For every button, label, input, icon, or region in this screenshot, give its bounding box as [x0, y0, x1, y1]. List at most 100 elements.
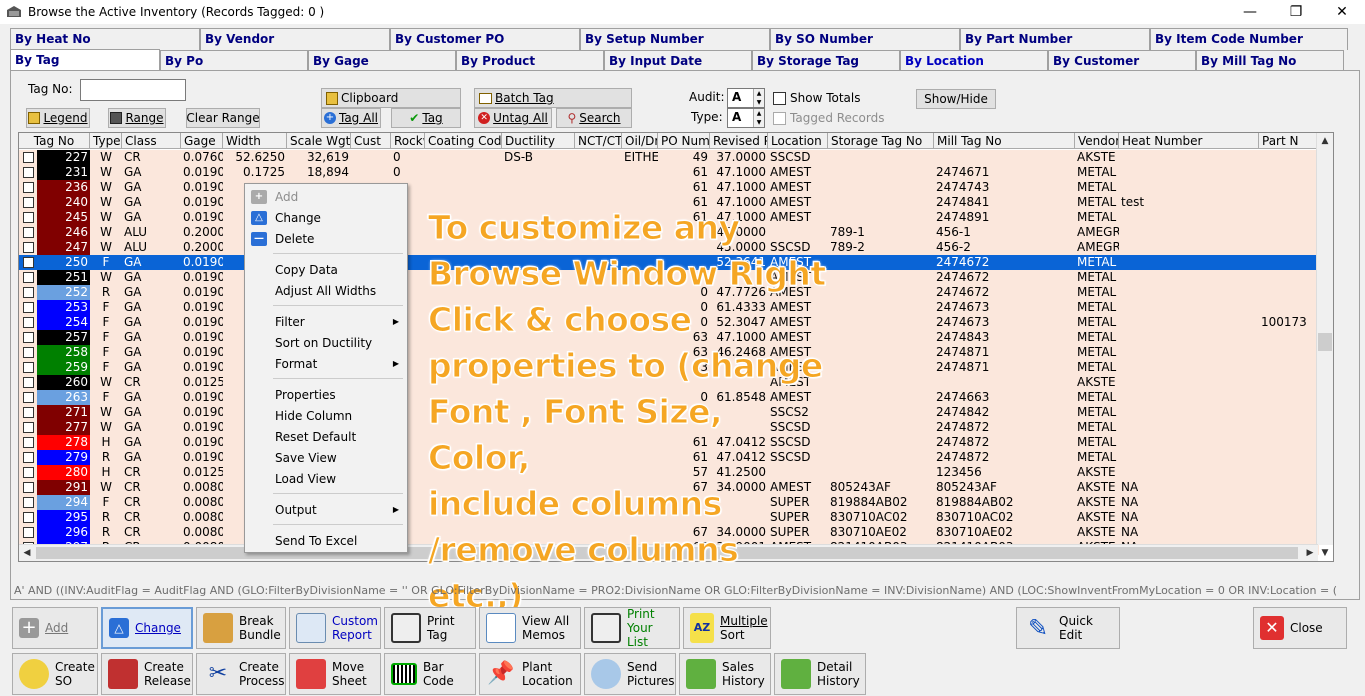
scroll-right-icon[interactable]: ▶: [1302, 545, 1318, 561]
type-spinner[interactable]: A ▲ ▼: [727, 108, 765, 128]
close-button[interactable]: ✕ Close: [1253, 607, 1347, 649]
row-checkbox[interactable]: [19, 195, 37, 210]
row-checkbox[interactable]: [19, 420, 37, 435]
column-header[interactable]: Vendor: [1075, 133, 1119, 149]
menu-item-delete[interactable]: — Delete: [245, 229, 407, 249]
checkbox-icon[interactable]: [773, 111, 786, 125]
vertical-scrollbar[interactable]: ▲: [1316, 133, 1333, 545]
checkbox-icon[interactable]: [22, 332, 34, 343]
checkbox-icon[interactable]: [22, 482, 34, 493]
tab-by-part-number[interactable]: By Part Number: [960, 28, 1150, 50]
tab-by-po[interactable]: By Po: [160, 50, 308, 72]
print-tag-button[interactable]: Print Tag: [384, 607, 476, 649]
checkbox-icon[interactable]: [22, 302, 34, 313]
row-checkbox[interactable]: [19, 330, 37, 345]
row-checkbox[interactable]: [19, 225, 37, 240]
menu-item-send-excel[interactable]: Send To Excel: [245, 531, 407, 551]
checkbox-icon[interactable]: [22, 407, 34, 418]
row-checkbox[interactable]: [19, 345, 37, 360]
row-checkbox[interactable]: [19, 210, 37, 225]
create-process-button[interactable]: ✂ Create Process: [196, 653, 286, 695]
print-list-button[interactable]: Print Your List: [584, 607, 680, 649]
row-checkbox[interactable]: [19, 480, 37, 495]
menu-item-filter[interactable]: Filter ▶: [245, 312, 407, 332]
untag-all-button[interactable]: ✕ Untag All: [474, 108, 552, 128]
tab-by-product[interactable]: By Product: [456, 50, 604, 72]
column-header[interactable]: Class: [122, 133, 181, 149]
quick-edit-button[interactable]: ✎ Quick Edit: [1016, 607, 1120, 649]
row-checkbox[interactable]: [19, 450, 37, 465]
checkbox-icon[interactable]: [22, 422, 34, 433]
clear-range-button[interactable]: Clear Range: [186, 108, 260, 128]
clipboard-button[interactable]: Clipboard: [321, 88, 461, 108]
spin-arrows-icon[interactable]: ▲ ▼: [753, 89, 764, 107]
checkbox-icon[interactable]: [22, 167, 34, 178]
range-button[interactable]: Range: [108, 108, 166, 128]
menu-item-hide-column[interactable]: Hide Column: [245, 406, 407, 426]
add-button[interactable]: + Add: [12, 607, 98, 649]
row-checkbox[interactable]: [19, 180, 37, 195]
row-checkbox[interactable]: [19, 375, 37, 390]
checkbox-icon[interactable]: [22, 467, 34, 478]
checkbox-icon[interactable]: [773, 91, 786, 105]
move-sheet-button[interactable]: Move Sheet: [289, 653, 381, 695]
row-checkbox[interactable]: [19, 165, 37, 180]
column-header[interactable]: Revised Pri: [710, 133, 768, 149]
show-hide-button[interactable]: Show/Hide: [916, 89, 996, 109]
column-header[interactable]: Heat Number: [1119, 133, 1259, 149]
row-checkbox[interactable]: [19, 270, 37, 285]
checkbox-icon[interactable]: [22, 227, 34, 238]
tab-by-customer-po[interactable]: By Customer PO: [390, 28, 580, 50]
custom-report-button[interactable]: Custom Report: [289, 607, 381, 649]
batch-tag-button[interactable]: Batch Tag: [474, 88, 632, 108]
column-header[interactable]: Rockw: [391, 133, 425, 149]
detail-history-button[interactable]: Detail History: [774, 653, 866, 695]
checkbox-icon[interactable]: [22, 152, 34, 163]
send-pictures-button[interactable]: Send Pictures: [584, 653, 676, 695]
row-checkbox[interactable]: [19, 285, 37, 300]
menu-item-output[interactable]: Output ▶: [245, 500, 407, 520]
checkbox-icon[interactable]: [22, 212, 34, 223]
checkbox-icon[interactable]: [22, 242, 34, 253]
checkbox-icon[interactable]: [22, 512, 34, 523]
column-header[interactable]: Tag No: [19, 133, 90, 149]
row-checkbox[interactable]: [19, 495, 37, 510]
tab-by-location[interactable]: By Location: [900, 50, 1048, 72]
checkbox-icon[interactable]: [22, 347, 34, 358]
menu-item-add[interactable]: + Add: [245, 187, 407, 207]
view-memos-button[interactable]: View All Memos: [479, 607, 581, 649]
scroll-up-icon[interactable]: ▲: [1317, 133, 1333, 149]
column-header[interactable]: Width: [223, 133, 287, 149]
menu-item-change[interactable]: △ Change: [245, 208, 407, 228]
column-header[interactable]: Storage Tag No: [828, 133, 934, 149]
tab-by-item-code-number[interactable]: By Item Code Number: [1150, 28, 1348, 50]
row-checkbox[interactable]: [19, 300, 37, 315]
checkbox-icon[interactable]: [22, 527, 34, 538]
column-header[interactable]: Coating Code: [425, 133, 502, 149]
audit-spinner[interactable]: A ▲ ▼: [727, 88, 765, 108]
create-so-button[interactable]: Create SO: [12, 653, 98, 695]
table-row[interactable]: 231 W GA 0.0190 0.1725 18,894 0 61 47.1000 AMEST 2…: [19, 165, 1319, 180]
menu-item-properties[interactable]: Properties: [245, 385, 407, 405]
search-button[interactable]: ⚲ Search: [556, 108, 632, 128]
checkbox-icon[interactable]: [22, 197, 34, 208]
row-checkbox[interactable]: [19, 360, 37, 375]
sales-history-button[interactable]: Sales History: [679, 653, 771, 695]
column-header[interactable]: Gage: [181, 133, 223, 149]
column-header[interactable]: Scale Wgt: [287, 133, 351, 149]
tab-by-vendor[interactable]: By Vendor: [200, 28, 390, 50]
row-checkbox[interactable]: [19, 525, 37, 540]
row-checkbox[interactable]: [19, 465, 37, 480]
row-checkbox[interactable]: [19, 390, 37, 405]
menu-item-format[interactable]: Format ▶: [245, 354, 407, 374]
create-release-button[interactable]: Create Release: [101, 653, 193, 695]
show-totals-checkbox[interactable]: Show Totals: [773, 91, 860, 105]
row-checkbox[interactable]: [19, 255, 37, 270]
column-header[interactable]: Cust: [351, 133, 391, 149]
change-button[interactable]: △ Change: [101, 607, 193, 649]
multiple-sort-button[interactable]: AZ Multiple Sort: [683, 607, 771, 649]
tag-button[interactable]: ✔ Tag: [391, 108, 461, 128]
row-checkbox[interactable]: [19, 510, 37, 525]
column-header[interactable]: NCT/CT: [575, 133, 622, 149]
column-header[interactable]: Mill Tag No: [934, 133, 1075, 149]
